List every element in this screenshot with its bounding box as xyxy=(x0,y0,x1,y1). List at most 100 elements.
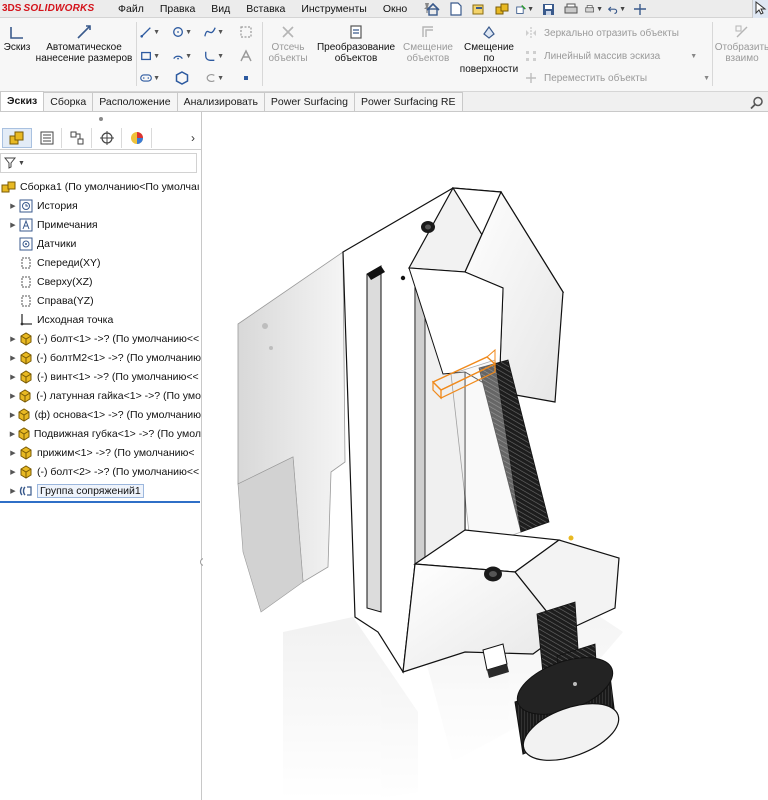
rebuild-icon[interactable]: ▼ xyxy=(516,1,534,17)
tree-items: ▶ История ▶ Примечания Датчики Спереди(XY) Све… xyxy=(0,196,201,500)
construction-geometry-icon[interactable] xyxy=(236,23,256,41)
spline-tool-icon[interactable]: ▼ xyxy=(204,23,224,41)
menu-insert[interactable]: Вставка xyxy=(238,3,293,15)
text-tool-icon[interactable] xyxy=(236,47,256,65)
menu-view[interactable]: Вид xyxy=(203,3,238,15)
point-tool-icon[interactable] xyxy=(236,69,256,87)
tab-sketch[interactable]: Эскиз xyxy=(0,91,45,111)
menu-edit[interactable]: Правка xyxy=(152,3,203,15)
display-manager-tab-icon[interactable] xyxy=(122,127,152,148)
save-icon[interactable] xyxy=(539,1,557,17)
part-icon xyxy=(17,426,31,441)
tree-item[interactable]: ▶ (-) латунная гайка<1> ->? (По умо xyxy=(0,386,201,405)
mirror-label: Зеркально отразить объекты xyxy=(544,27,679,39)
origin-icon xyxy=(18,313,34,327)
move-entities-button[interactable]: Переместить объекты ▼ xyxy=(524,72,710,84)
print-dropdown-icon[interactable]: ▼ xyxy=(585,1,603,17)
sketch-button[interactable]: Эскиз xyxy=(2,24,32,53)
line-tool-icon[interactable]: ▼ xyxy=(140,23,160,41)
tree-item[interactable]: Сверху(XZ) xyxy=(0,272,201,291)
vise-model[interactable] xyxy=(203,112,768,800)
menu-window[interactable]: Окно xyxy=(375,3,415,15)
convert-entities-button[interactable]: Преобразование объектов xyxy=(314,24,398,64)
property-manager-tab-icon[interactable] xyxy=(32,127,62,148)
graphics-area[interactable] xyxy=(203,112,768,800)
dimxpert-tab-icon[interactable] xyxy=(92,127,122,148)
tree-item[interactable]: ▶ (ф) основа<1> ->? (По умолчанию xyxy=(0,405,201,424)
tree-item[interactable]: Спереди(XY) xyxy=(0,253,201,272)
mirror-entities-button[interactable]: Зеркально отразить объекты xyxy=(524,27,679,39)
configuration-manager-tab-icon[interactable] xyxy=(62,127,92,148)
expand-arrow-icon[interactable]: ▶ xyxy=(8,335,18,343)
polygon-tool-icon[interactable] xyxy=(172,69,192,87)
arc-tool-icon[interactable]: ▼ xyxy=(172,47,192,65)
display-relations-button[interactable]: Отобразить взаимо xyxy=(714,24,768,64)
tree-item[interactable]: ▶ Подвижная губка<1> ->? (По умол xyxy=(0,424,201,443)
select-cursor-icon[interactable] xyxy=(752,0,768,18)
expand-arrow-icon[interactable]: ▶ xyxy=(8,392,18,400)
search-icon[interactable] xyxy=(750,96,764,110)
expand-arrow-icon[interactable]: ▶ xyxy=(8,430,17,438)
tab-evaluate[interactable]: Анализировать xyxy=(176,92,265,111)
tab-power-surfacing[interactable]: Power Surfacing xyxy=(263,92,355,111)
quick-access-toolbar: ▼ ▼ ▼ xyxy=(424,0,654,18)
expand-arrow-icon[interactable]: ▶ xyxy=(8,221,18,229)
open-document-icon[interactable] xyxy=(470,1,488,17)
tree-item[interactable]: ▶ (-) болт<2> ->? (По умолчанию<< xyxy=(0,462,201,481)
expand-arrow-icon[interactable]: ▶ xyxy=(8,202,18,210)
expand-arrow-icon[interactable]: ▶ xyxy=(8,449,18,457)
expand-arrow-icon[interactable]: ▶ xyxy=(8,487,18,495)
fillet-tool-icon[interactable]: ▼ xyxy=(204,47,224,65)
vise-base xyxy=(237,251,346,613)
solidworks-logo[interactable]: 3DS SOLIDWORKS xyxy=(0,3,110,14)
ellipse-tool-icon[interactable]: ▼ xyxy=(204,69,224,87)
menu-tools[interactable]: Инструменты xyxy=(293,3,374,15)
feature-tree-tab-icon[interactable] xyxy=(2,127,32,148)
menu-file[interactable]: Файл xyxy=(110,3,152,15)
tree-item[interactable]: Датчики xyxy=(0,234,201,253)
sketch-label: Эскиз xyxy=(3,42,31,53)
print-icon[interactable] xyxy=(562,1,580,17)
menu-bar: 3DS SOLIDWORKS Файл Правка Вид Вставка И… xyxy=(0,0,768,18)
tree-item[interactable]: ▶ прижим<1> ->? (По умолчанию< xyxy=(0,443,201,462)
tree-item[interactable]: ▶ История xyxy=(0,196,201,215)
expand-arrow-icon[interactable]: ▶ xyxy=(8,468,18,476)
panel-collapse-handle[interactable] xyxy=(0,112,201,126)
part-icon xyxy=(18,445,34,460)
circle-tool-icon[interactable]: ▼ xyxy=(172,23,192,41)
move-dropdown-icon[interactable]: ▼ xyxy=(703,75,710,82)
tree-item[interactable]: ▶ Группа сопряжений1 xyxy=(0,481,201,500)
offset-on-surface-button[interactable]: Смещение по поверхности xyxy=(456,24,522,75)
expand-arrow-icon[interactable]: ▶ xyxy=(8,411,17,419)
tab-power-surfacing-re[interactable]: Power Surfacing RE xyxy=(353,92,463,111)
tree-item[interactable]: ▶ (-) болт<1> ->? (По умолчанию<< xyxy=(0,329,201,348)
linear-pattern-button[interactable]: Линейный массив эскиза ▼ xyxy=(524,50,697,62)
part-icon xyxy=(18,331,34,346)
expand-arrow-icon[interactable]: ▶ xyxy=(8,354,18,362)
rectangle-tool-icon[interactable]: ▼ xyxy=(140,47,160,65)
tree-item[interactable]: ▶ (-) винт<1> ->? (По умолчанию<< xyxy=(0,367,201,386)
select-icon[interactable] xyxy=(631,1,649,17)
undo-icon[interactable]: ▼ xyxy=(608,1,626,17)
tree-root-assembly[interactable]: Сборка1 (По умолчанию<По умолчаı xyxy=(0,177,201,196)
tree-root-label: Сборка1 (По умолчанию<По умолчаı xyxy=(20,180,200,193)
feature-tree-filter[interactable]: ▼ xyxy=(0,153,197,173)
home-icon[interactable] xyxy=(424,1,442,17)
tree-item[interactable]: ▶ Примечания xyxy=(0,215,201,234)
linear-pattern-dropdown-icon[interactable]: ▼ xyxy=(690,53,697,60)
chevron-right-icon[interactable]: › xyxy=(191,131,195,145)
tree-item[interactable]: Справа(YZ) xyxy=(0,291,201,310)
tab-assembly[interactable]: Сборка xyxy=(43,92,94,111)
tab-layout[interactable]: Расположение xyxy=(92,92,178,111)
slot-tool-icon[interactable]: ▼ xyxy=(140,69,160,87)
make-assembly-icon[interactable] xyxy=(493,1,511,17)
trim-entities-button[interactable]: Отсечь объекты xyxy=(264,24,312,64)
tree-item[interactable]: Исходная точка xyxy=(0,310,201,329)
offset-entities-label-2: объектов xyxy=(406,53,450,64)
new-document-icon[interactable] xyxy=(447,1,465,17)
auto-dimension-button[interactable]: Автоматическое нанесение размеров xyxy=(34,24,134,64)
expand-arrow-icon[interactable]: ▶ xyxy=(8,373,18,381)
part-icon xyxy=(18,464,34,479)
tree-item[interactable]: ▶ (-) болтМ2<1> ->? (По умолчанию xyxy=(0,348,201,367)
offset-entities-button[interactable]: Смещение объектов xyxy=(402,24,454,64)
